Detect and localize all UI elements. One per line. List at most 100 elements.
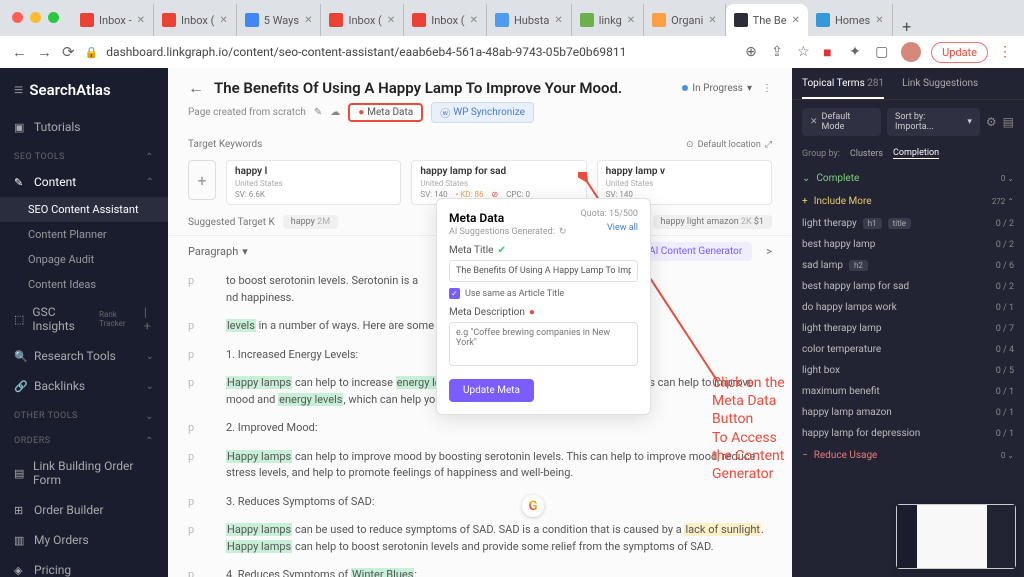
backlinks-item[interactable]: 🔗Backlinks⌄ <box>0 371 168 401</box>
edit-icon[interactable]: ✎ <box>314 107 322 118</box>
term-row[interactable]: light box0 / 5 <box>792 360 1024 381</box>
search-icon[interactable]: ⊕ <box>745 44 761 60</box>
browser-chrome: Inbox -✕Inbox (✕5 Ways✕Inbox (✕Inbox (✕H… <box>0 0 1024 68</box>
term-row[interactable]: best happy lamp0 / 2 <box>792 234 1024 255</box>
browser-tab[interactable]: 5 Ways✕ <box>237 4 322 36</box>
pricing-item[interactable]: ◈Pricing <box>0 555 168 577</box>
back-button[interactable]: ← <box>12 43 27 61</box>
browser-tab[interactable]: Inbox (✕ <box>404 4 487 36</box>
term-row[interactable]: color temperature0 / 4 <box>792 339 1024 360</box>
reload-button[interactable]: ⟳ <box>62 43 75 61</box>
term-row[interactable]: light therapy lamp0 / 7 <box>792 318 1024 339</box>
orders-section: ORDERS⌃ <box>0 426 168 451</box>
update-button[interactable]: Update <box>931 42 988 63</box>
url-field[interactable]: 🔒 dashboard.linkgraph.io/content/seo-con… <box>85 45 735 59</box>
star-icon[interactable]: ☆ <box>797 44 813 60</box>
sugg-label: Suggested Target K <box>188 217 275 228</box>
profile-avatar[interactable] <box>901 42 921 62</box>
paragraph-select[interactable]: Paragraph▾ <box>188 245 248 258</box>
forward-button[interactable]: → <box>37 43 52 61</box>
topical-terms-tab[interactable]: Topical Terms 281 <box>802 68 884 99</box>
meta-title-input[interactable] <box>449 260 638 282</box>
back-arrow-icon[interactable]: ← <box>188 78 204 98</box>
term-row[interactable]: light therapyh1title0 / 2 <box>792 213 1024 234</box>
sugg-chip[interactable]: happy 2M <box>283 215 338 229</box>
pencil-icon: ✎ <box>14 176 26 189</box>
next-icon[interactable]: > <box>766 245 772 258</box>
tab-strip: Inbox -✕Inbox (✕5 Ways✕Inbox (✕Inbox (✕H… <box>0 0 1024 36</box>
wp-icon: ⓦ <box>440 105 450 120</box>
hamburger-icon[interactable]: ≡ <box>14 80 23 100</box>
reduce-section[interactable]: −Reduce Usage0 ⌄ <box>792 444 1024 467</box>
planner-sub[interactable]: Content Planner <box>0 222 168 247</box>
browser-tab[interactable]: Organi✕ <box>644 4 726 36</box>
logo-text: SearchAtlas <box>29 81 110 99</box>
meta-data-popover: Meta Data AI Suggestions Generated:↻ Quo… <box>436 198 651 415</box>
center-editor: ← The Benefits Of Using A Happy Lamp To … <box>168 68 792 577</box>
browser-tab[interactable]: Homes✕ <box>808 4 893 36</box>
add-keyword-button[interactable]: + <box>188 160 216 200</box>
browser-tab[interactable]: The Be✕ <box>726 4 808 36</box>
include-more-section[interactable]: +Include More272 ⌃ <box>792 190 1024 213</box>
other-tools-section: OTHER TOOLS⌄ <box>0 401 168 426</box>
checkbox-icon[interactable]: ✓ <box>449 288 460 299</box>
meta-data-button[interactable]: ●Meta Data <box>348 103 423 122</box>
term-row[interactable]: happy lamp for depression0 / 1 <box>792 423 1024 444</box>
view-all-link[interactable]: View all <box>607 223 638 233</box>
annotation-text: Click on the Meta Data Button To Access … <box>712 374 792 483</box>
complete-section[interactable]: ⌄Complete0 ⌄ <box>792 167 1024 190</box>
lb-order-item[interactable]: ▤Link Building Order Form <box>0 451 168 495</box>
kw-card[interactable]: happy lUnited StatesSV: 6.6K <box>226 160 401 205</box>
maximize-window[interactable] <box>48 12 59 23</box>
menu-dots-icon[interactable]: ⋮ <box>998 44 1012 60</box>
right-sidebar: Topical Terms 281 Link Suggestions ✕Defa… <box>792 68 1024 577</box>
gsc-item[interactable]: ⬚GSC InsightsRank Tracker| + <box>0 297 168 341</box>
ideas-sub[interactable]: Content Ideas <box>0 272 168 297</box>
sugg-chip[interactable]: happy light amazon 2K $1 <box>653 215 772 229</box>
puzzle-icon[interactable]: ✦ <box>849 44 865 60</box>
update-meta-button[interactable]: Update Meta <box>449 379 534 402</box>
browser-tab[interactable]: Hubsta✕ <box>487 4 572 36</box>
wp-sync-button[interactable]: ⓦWP Synchronize <box>431 102 534 123</box>
cloud-icon[interactable]: ☁ <box>330 107 340 118</box>
term-row[interactable]: best happy lamp for sad0 / 2 <box>792 276 1024 297</box>
browser-tab[interactable]: Inbox (✕ <box>154 4 237 36</box>
share-icon[interactable]: ⇪ <box>771 44 787 60</box>
audit-sub[interactable]: Onpage Audit <box>0 247 168 272</box>
tutorials-item[interactable]: ▣Tutorials <box>0 112 168 142</box>
gear-icon[interactable]: ⚙ <box>986 115 997 129</box>
order-builder-item[interactable]: ⊞Order Builder <box>0 495 168 525</box>
mini-preview[interactable] <box>896 504 1016 569</box>
close-window[interactable] <box>12 12 23 23</box>
refresh-icon[interactable]: ↻ <box>559 227 567 237</box>
google-badge[interactable]: G <box>522 495 544 517</box>
meta-desc-input[interactable] <box>449 322 638 366</box>
my-orders-item[interactable]: ▥My Orders <box>0 525 168 555</box>
term-row[interactable]: do happy lamps work0 / 1 <box>792 297 1024 318</box>
new-tab-button[interactable]: + <box>893 17 921 36</box>
content-item[interactable]: ✎Content⌃ <box>0 167 168 197</box>
url-text: dashboard.linkgraph.io/content/seo-conte… <box>106 45 626 59</box>
browser-tab[interactable]: Inbox (✕ <box>321 4 404 36</box>
status-chip[interactable]: In Progress▾⋮ <box>682 83 772 94</box>
minimize-window[interactable] <box>30 12 41 23</box>
link-sugg-tab[interactable]: Link Suggestions <box>902 68 978 99</box>
completion-option[interactable]: Completion <box>893 148 939 159</box>
sca-sub[interactable]: SEO Content Assistant <box>0 197 168 222</box>
term-row[interactable]: happy lamp amazon0 / 1 <box>792 402 1024 423</box>
default-mode-chip[interactable]: ✕Default Mode <box>802 108 881 136</box>
book-icon: ▣ <box>14 121 26 134</box>
browser-tab[interactable]: Inbox -✕ <box>72 4 154 36</box>
research-item[interactable]: 🔍Research Tools⌄ <box>0 341 168 371</box>
sort-select[interactable]: Sort by: Importa...▾ <box>887 108 980 136</box>
doc-icon[interactable]: ▤ <box>1003 115 1014 129</box>
check-icon: ✔ <box>497 245 505 256</box>
window-icon[interactable]: ▢ <box>875 44 891 60</box>
clusters-option[interactable]: Clusters <box>850 149 883 159</box>
browser-tab[interactable]: linkg✕ <box>572 4 644 36</box>
term-row[interactable]: sad lamph20 / 6 <box>792 255 1024 276</box>
target-kw-label: Target Keywords <box>188 139 262 150</box>
term-row[interactable]: maximum benefit0 / 1 <box>792 381 1024 402</box>
ext1-icon[interactable]: ■ <box>823 44 839 60</box>
location-chip[interactable]: ⊙Default location⤢ <box>686 140 772 150</box>
